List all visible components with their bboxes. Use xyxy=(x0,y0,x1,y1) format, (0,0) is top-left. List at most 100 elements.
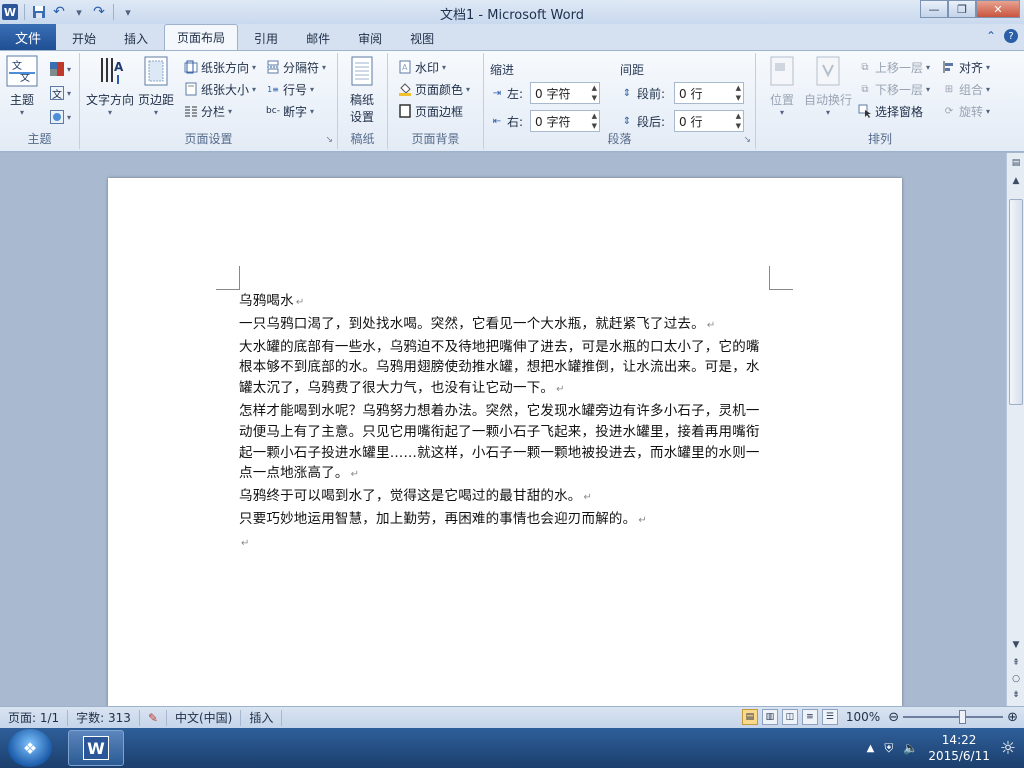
document-paragraph[interactable]: ↵ xyxy=(239,532,771,555)
tab-review[interactable]: 审阅 xyxy=(346,26,394,50)
zoom-out-icon[interactable]: ⊖ xyxy=(888,710,899,725)
chevron-down-icon: ▾ xyxy=(986,62,991,72)
scroll-up-icon[interactable]: ▲ xyxy=(1008,173,1024,189)
theme-effects-button[interactable]: ▾ xyxy=(50,107,71,127)
orientation-button[interactable]: 纸张方向 ▾ xyxy=(184,57,256,77)
rotate-icon: ⟳ xyxy=(944,105,954,117)
restore-button[interactable]: ❐ xyxy=(948,0,976,18)
zoom-slider[interactable] xyxy=(903,710,1004,724)
ruler-toggle-icon[interactable]: ▤ xyxy=(1008,155,1024,171)
clock[interactable]: 14:22 2015/6/11 xyxy=(928,732,990,764)
help-icon[interactable]: ? xyxy=(1004,29,1018,43)
tab-file[interactable]: 文件 xyxy=(0,24,56,50)
tab-home[interactable]: 开始 xyxy=(60,26,108,50)
zoom-slider-knob[interactable] xyxy=(959,710,967,724)
position-button[interactable]: 位置 ▾ xyxy=(766,55,798,117)
indent-left-field[interactable]: 0 字符 ▲ ▼ xyxy=(530,82,600,104)
document-paragraph[interactable]: 乌鸦喝水 ↵ xyxy=(239,291,771,314)
bring-forward-label: 上移一层 xyxy=(875,60,924,75)
insert-mode[interactable]: 插入 xyxy=(241,709,283,726)
customize-qat-icon[interactable]: ▾ xyxy=(120,4,136,20)
send-backward-button[interactable]: ⧉ 下移一层 ▾ xyxy=(858,79,930,99)
previous-page-icon[interactable]: ⇞ xyxy=(1008,655,1024,671)
minimize-ribbon-icon[interactable]: ⌃ xyxy=(986,29,996,43)
columns-button[interactable]: 分栏 ▾ xyxy=(184,101,232,121)
word-app-icon[interactable]: W xyxy=(2,4,18,20)
proofing-status-icon[interactable]: ✎ xyxy=(140,709,167,726)
bring-forward-button[interactable]: ⧉ 上移一层 ▾ xyxy=(858,57,930,77)
wrap-text-button[interactable]: 自动换行 ▾ xyxy=(804,55,852,117)
spinner-arrows-icon[interactable]: ▲ ▼ xyxy=(736,111,741,131)
dialog-launcher-icon[interactable]: ↘ xyxy=(743,135,751,145)
zoom-in-icon[interactable]: ⊕ xyxy=(1007,710,1018,725)
save-icon[interactable] xyxy=(31,4,47,20)
theme-fonts-button[interactable]: 文 ▾ xyxy=(50,83,71,103)
text-direction-button[interactable]: A 文字方向 ▾ xyxy=(86,55,134,117)
vertical-scrollbar[interactable]: ▤ ▲ ▼ ⇞ ○ ⇟ xyxy=(1006,153,1024,706)
group-button[interactable]: ⊞ 组合 ▾ xyxy=(942,79,990,99)
start-button[interactable]: ❖ xyxy=(8,729,52,767)
word-count[interactable]: 字数: 313 xyxy=(68,709,140,726)
theme-colors-button[interactable]: ▾ xyxy=(50,59,71,79)
size-button[interactable]: 纸张大小 ▾ xyxy=(184,79,256,99)
ribbon-tabs: 文件 开始 插入 页面布局 引用 邮件 审阅 视图 ⌃ ? xyxy=(0,24,1024,50)
scroll-down-icon[interactable]: ▼ xyxy=(1008,637,1024,653)
document-paragraph[interactable]: 只要巧妙地运用智慧，加上勤劳，再困难的事情也会迎刃而解的。 ↵ xyxy=(239,509,771,532)
minimize-button[interactable]: — xyxy=(920,0,948,18)
document-paragraph[interactable]: 一只乌鸦口渴了，到处找水喝。突然，它看见一个大水瓶，就赶紧飞了过去。 ↵ xyxy=(239,314,771,337)
weather-icon[interactable]: ☼ xyxy=(1000,738,1016,759)
tab-references[interactable]: 引用 xyxy=(242,26,290,50)
network-icon[interactable]: ⛨ xyxy=(884,741,893,756)
page-count[interactable]: 页面: 1/1 xyxy=(0,709,69,726)
language-indicator[interactable]: 中文(中国) xyxy=(167,709,242,726)
outline-view-icon[interactable]: ≡ xyxy=(801,709,818,725)
zoom-level[interactable]: 100% xyxy=(846,710,880,724)
line-numbers-button[interactable]: 1≡ 行号 ▾ xyxy=(266,79,314,99)
page-color-button[interactable]: 页面颜色 ▾ xyxy=(398,79,470,99)
paragraph-mark-icon: ↵ xyxy=(638,514,647,526)
draft-paper-button[interactable]: 稿纸 设置 xyxy=(346,55,378,125)
taskbar-word-button[interactable]: W xyxy=(68,730,124,766)
undo-icon[interactable]: ↶ xyxy=(51,4,67,20)
scrollbar-thumb[interactable] xyxy=(1009,199,1023,405)
paragraph-mark-icon: ↵ xyxy=(583,492,593,504)
spacing-after-field[interactable]: 0 行 ▲ ▼ xyxy=(674,110,744,132)
document-text[interactable]: 乌鸦喝水 ↵ 一只乌鸦口渴了，到处找水喝。突然，它看见一个大水瓶，就赶紧飞了过去。 ↵… xyxy=(239,291,771,555)
close-button[interactable]: ✕ xyxy=(976,0,1020,18)
spacing-before-field[interactable]: 0 行 ▲ ▼ xyxy=(674,82,744,104)
spinner-arrows-icon[interactable]: ▲ ▼ xyxy=(592,111,597,131)
print-layout-view-icon[interactable]: ▤ xyxy=(741,709,758,725)
page-borders-button[interactable]: 页面边框 xyxy=(398,101,463,121)
full-screen-reading-icon[interactable]: ▥ xyxy=(761,709,778,725)
document-paragraph[interactable]: 怎样才能喝到水呢？乌鸦努力想着办法。突然，它发现水罐旁边有许多小石子，灵机一动便… xyxy=(239,401,771,486)
draft-view-icon[interactable]: ☰ xyxy=(821,709,838,725)
document-paragraph[interactable]: 乌鸦终于可以喝到水了，觉得这是它喝过的最甘甜的水。 ↵ xyxy=(239,486,771,509)
document-paragraph[interactable]: 大水罐的底部有一些水，乌鸦迫不及待地把嘴伸了进去，可是水瓶的口太小了，它的嘴根本… xyxy=(239,337,771,401)
show-hidden-icons-icon[interactable]: ▲ xyxy=(867,743,875,754)
next-page-icon[interactable]: ⇟ xyxy=(1008,687,1024,703)
redo-icon[interactable]: ↷ xyxy=(91,4,107,20)
align-button[interactable]: 对齐 ▾ xyxy=(942,57,990,77)
web-layout-icon[interactable]: ◫ xyxy=(781,709,798,725)
spinner-arrows-icon[interactable]: ▲ ▼ xyxy=(736,83,741,103)
tab-view[interactable]: 视图 xyxy=(398,26,446,50)
tab-page-layout[interactable]: 页面布局 xyxy=(164,24,239,50)
watermark-button[interactable]: A 水印 ▾ xyxy=(398,57,446,77)
undo-dropdown-icon[interactable]: ▾ xyxy=(71,4,87,20)
tab-insert[interactable]: 插入 xyxy=(112,26,160,50)
document-page[interactable]: 乌鸦喝水 ↵ 一只乌鸦口渴了，到处找水喝。突然，它看见一个大水瓶，就赶紧飞了过去。 ↵… xyxy=(108,178,902,706)
tab-mailings[interactable]: 邮件 xyxy=(294,26,342,50)
rotate-button[interactable]: ⟳ 旋转 ▾ xyxy=(942,101,990,121)
dialog-launcher-icon[interactable]: ↘ xyxy=(325,135,333,145)
themes-button[interactable]: 文文 主题 ▾ xyxy=(6,55,38,117)
hyphenation-button[interactable]: bc- 断字 ▾ xyxy=(266,101,314,121)
selection-pane-button[interactable]: 选择窗格 xyxy=(858,101,923,121)
browse-object-icon[interactable]: ○ xyxy=(1008,671,1024,687)
rotate-label: 旋转 xyxy=(959,104,984,119)
margins-button[interactable]: 页边距 ▾ xyxy=(138,55,174,117)
indent-right-field[interactable]: 0 字符 ▲ ▼ xyxy=(530,110,600,132)
volume-icon[interactable]: 🔈 xyxy=(903,741,918,755)
spinner-arrows-icon[interactable]: ▲ ▼ xyxy=(592,83,597,103)
columns-label: 分栏 xyxy=(201,104,226,119)
breaks-button[interactable]: 分隔符 ▾ xyxy=(266,57,326,77)
